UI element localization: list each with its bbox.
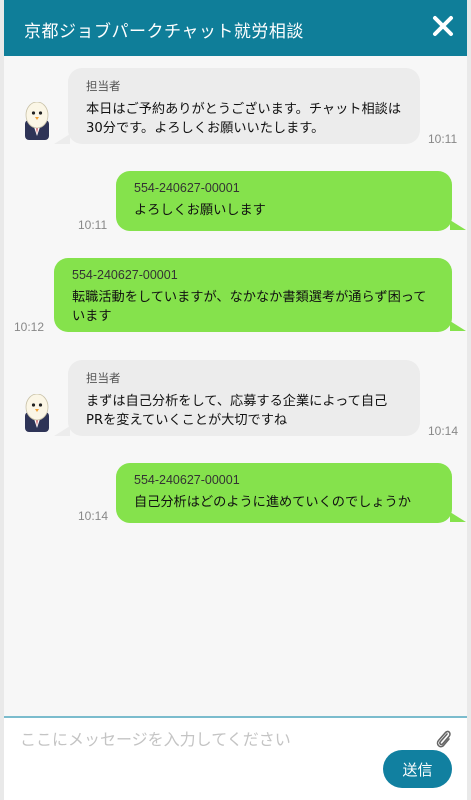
sender-id: 554-240627-00001	[134, 181, 240, 195]
close-icon	[433, 16, 453, 36]
chat-window: 京都ジョブパークチャット就労相談 担当者 本日はご予約ありがとうございます。チャ…	[4, 0, 467, 800]
chat-title: 京都ジョブパークチャット就労相談	[24, 22, 304, 42]
sender-id: 554-240627-00001	[134, 473, 240, 487]
mascot-avatar	[25, 394, 49, 432]
message-time: 10:14	[78, 509, 109, 523]
message-time: 10:12	[14, 320, 45, 334]
message-bubble: 554-240627-00001 よろしくお願いします	[116, 171, 452, 231]
close-button[interactable]	[429, 12, 457, 40]
message-text: まずは自己分析をして、応募する企業によって自己PRを変えていくことが大切ですね	[86, 394, 388, 428]
message-bubble: 担当者 本日はご予約ありがとうございます。チャット相談は30分です。よろしくお願…	[68, 68, 420, 144]
paperclip-icon	[436, 730, 451, 748]
message-bubble: 担当者 まずは自己分析をして、応募する企業によって自己PRを変えていくことが大切…	[68, 360, 420, 436]
attach-button[interactable]	[435, 728, 453, 750]
message-text: 転職活動をしていますが、なかなか書類選考が通らず困っています	[72, 290, 427, 324]
message-list[interactable]: 担当者 本日はご予約ありがとうございます。チャット相談は30分です。よろしくお願…	[4, 56, 467, 716]
message-time: 10:11	[78, 218, 108, 232]
composer: 送信	[4, 716, 467, 800]
message-text: よろしくお願いします	[134, 203, 266, 218]
message-input[interactable]	[18, 724, 422, 754]
sender-name: 担当者	[86, 371, 121, 385]
message-bubble: 554-240627-00001 転職活動をしていますが、なかなか書類選考が通ら…	[54, 258, 452, 332]
sender-id: 554-240627-00001	[72, 268, 178, 282]
message-text: 本日はご予約ありがとうございます。チャット相談は30分です。よろしくお願いいたし…	[86, 102, 402, 136]
sender-name: 担当者	[86, 79, 121, 93]
send-button[interactable]: 送信	[383, 750, 452, 788]
message-bubble: 554-240627-00001 自己分析はどのように進めていくのでしょうか	[116, 463, 452, 523]
chat-header: 京都ジョブパークチャット就労相談	[4, 0, 467, 56]
message-text: 自己分析はどのように進めていくのでしょうか	[134, 495, 411, 510]
message-time: 10:14	[428, 424, 459, 438]
mascot-avatar	[25, 102, 49, 140]
message-time: 10:11	[428, 132, 458, 146]
